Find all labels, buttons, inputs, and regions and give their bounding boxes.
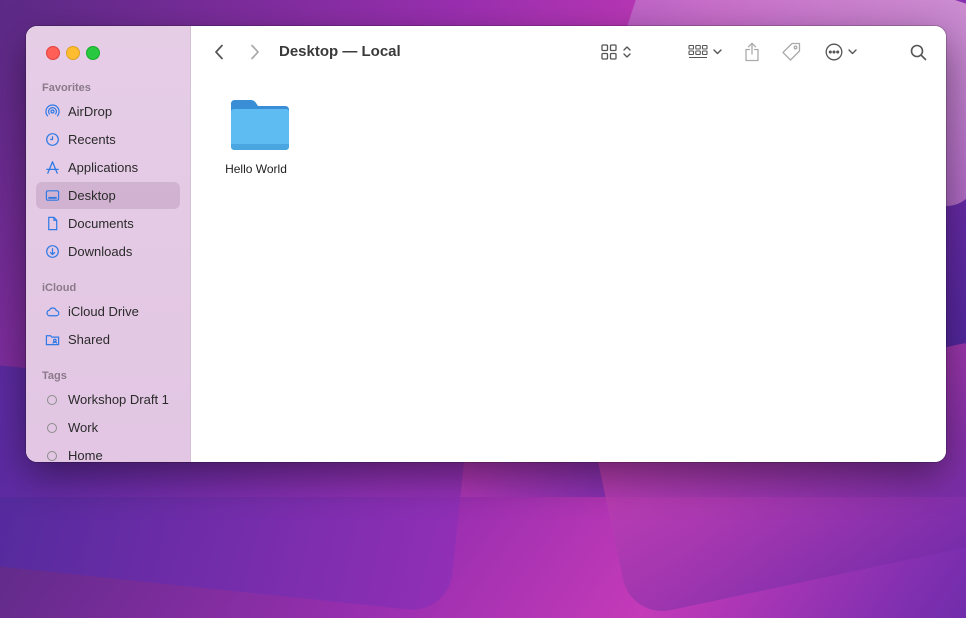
share-icon bbox=[745, 42, 759, 62]
search-button[interactable] bbox=[907, 40, 929, 64]
sidebar-item-downloads[interactable]: Downloads bbox=[36, 238, 180, 265]
sidebar-item-recents[interactable]: Recents bbox=[36, 126, 180, 153]
sidebar-item-applications[interactable]: Applications bbox=[36, 154, 180, 181]
sidebar-item-label: Applications bbox=[68, 160, 139, 175]
group-by-button[interactable] bbox=[685, 40, 725, 64]
chevron-left-icon bbox=[215, 44, 223, 60]
minimize-button[interactable] bbox=[66, 46, 80, 60]
search-icon bbox=[910, 44, 926, 60]
share-button[interactable] bbox=[741, 40, 763, 64]
sidebar-item-label: iCloud Drive bbox=[68, 304, 139, 319]
applications-icon bbox=[44, 160, 60, 176]
sidebar-section-icloud: iCloud bbox=[42, 282, 77, 294]
sidebar-item-tag-work[interactable]: Work bbox=[36, 414, 180, 441]
sidebar-item-label: AirDrop bbox=[68, 104, 113, 119]
airdrop-icon bbox=[44, 104, 60, 120]
sidebar-item-tag-workshop-draft-1[interactable]: Workshop Draft 1 bbox=[36, 386, 180, 413]
shared-folder-icon bbox=[44, 332, 60, 348]
back-button[interactable] bbox=[209, 40, 229, 64]
sidebar-section-tags: Tags bbox=[42, 370, 67, 382]
tag-button[interactable] bbox=[779, 40, 803, 64]
folder-icon bbox=[225, 98, 295, 157]
sidebar: Favorites AirDrop Recents Applications D… bbox=[26, 26, 191, 462]
sidebar-section-favorites: Favorites bbox=[42, 82, 91, 94]
icon-view-grid-icon bbox=[601, 44, 617, 60]
sidebar-item-label: Work bbox=[68, 420, 99, 435]
sidebar-item-label: Desktop bbox=[68, 188, 116, 203]
desktop-icon bbox=[44, 188, 60, 204]
document-icon bbox=[44, 216, 60, 232]
main-content: Desktop — Local Hello World bbox=[191, 26, 946, 462]
zoom-button[interactable] bbox=[86, 46, 100, 60]
tag-circle-icon bbox=[44, 420, 60, 436]
sidebar-item-label: Downloads bbox=[68, 244, 133, 259]
window-title: Desktop — Local bbox=[279, 43, 401, 60]
sidebar-item-label: Shared bbox=[68, 332, 110, 347]
clock-icon bbox=[44, 132, 60, 148]
forward-button[interactable] bbox=[245, 40, 265, 64]
more-actions-button[interactable] bbox=[821, 40, 861, 64]
sidebar-item-label: Documents bbox=[68, 216, 134, 231]
sidebar-item-documents[interactable]: Documents bbox=[36, 210, 180, 237]
group-by-icon bbox=[688, 44, 708, 59]
tag-circle-icon bbox=[44, 448, 60, 463]
sidebar-item-label: Workshop Draft 1 bbox=[68, 392, 169, 407]
sidebar-item-shared[interactable]: Shared bbox=[36, 326, 180, 353]
finder-window: Favorites AirDrop Recents Applications D… bbox=[26, 26, 946, 462]
sidebar-item-desktop[interactable]: Desktop bbox=[36, 182, 180, 209]
chevron-right-icon bbox=[251, 44, 259, 60]
sidebar-item-tag-home[interactable]: Home bbox=[36, 442, 180, 462]
more-actions-icon bbox=[825, 43, 843, 61]
toolbar: Desktop — Local bbox=[191, 26, 946, 78]
up-down-chevron-icon bbox=[623, 46, 631, 58]
chevron-down-icon bbox=[848, 49, 857, 55]
sidebar-item-icloud-drive[interactable]: iCloud Drive bbox=[36, 298, 180, 325]
sidebar-item-label: Home bbox=[68, 448, 103, 462]
close-button[interactable] bbox=[46, 46, 60, 60]
chevron-down-icon bbox=[713, 49, 722, 55]
folder-name: Hello World bbox=[225, 162, 287, 176]
sidebar-item-airdrop[interactable]: AirDrop bbox=[36, 98, 180, 125]
cloud-icon bbox=[44, 304, 60, 320]
download-icon bbox=[44, 244, 60, 260]
tag-icon bbox=[782, 42, 801, 61]
view-mode-button[interactable] bbox=[595, 40, 637, 64]
sidebar-item-label: Recents bbox=[68, 132, 116, 147]
tag-circle-icon bbox=[44, 392, 60, 408]
